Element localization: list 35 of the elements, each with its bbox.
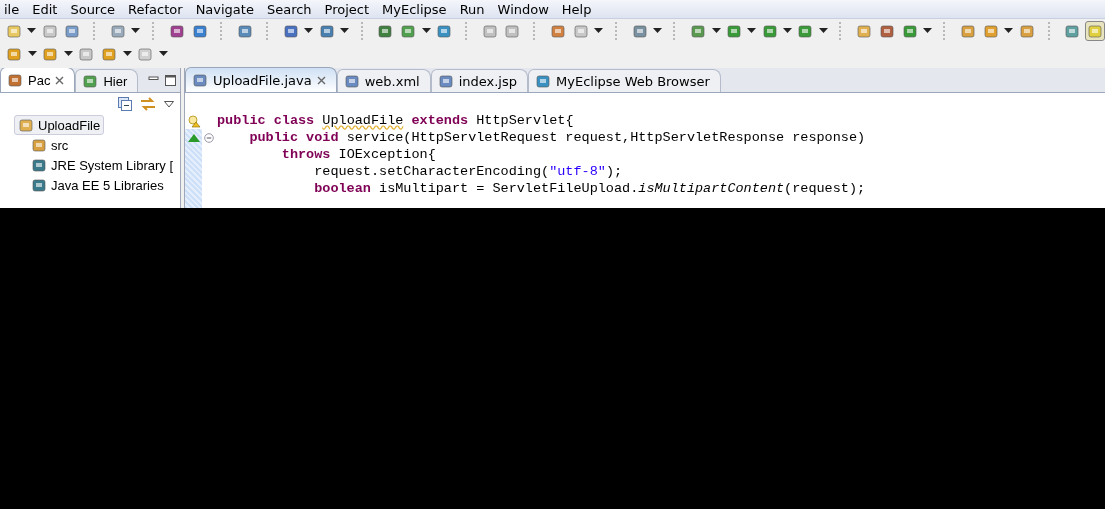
tree-item[interactable]: UploadFile	[14, 115, 105, 135]
code-line: public void service(HttpServletRequest request,HttpServletResponse response)	[248, 130, 866, 145]
collapse-all-icon[interactable]	[118, 97, 132, 111]
view-tab[interactable]: Hier	[75, 69, 139, 92]
close-icon[interactable]	[316, 75, 326, 85]
tree-item[interactable]: JRE System Library [	[28, 155, 177, 175]
code-line: throws IOException{	[280, 147, 436, 162]
tree-item[interactable]: Java EE 5 Libraries	[28, 175, 167, 195]
menu-item[interactable]: Search	[259, 1, 318, 17]
menu-item[interactable]: Refactor	[121, 1, 189, 17]
editor-tab[interactable]: MyEclipse Web Browser	[528, 69, 721, 92]
maximize-icon[interactable]	[165, 74, 176, 86]
editor-tab[interactable]: index.jsp	[430, 69, 528, 92]
menu-item[interactable]: Window	[490, 1, 555, 17]
code-line: public class UploadFile extends HttpServlet{	[216, 113, 574, 128]
menu-item[interactable]: Project	[317, 1, 376, 17]
menu-item[interactable]: Run	[452, 1, 491, 17]
menu-item[interactable]: Navigate	[188, 1, 260, 17]
menu-item[interactable]: MyEclipse	[375, 1, 453, 17]
menu-item[interactable]: ile	[0, 1, 26, 17]
editor-tab[interactable]: UploadFile.java	[185, 67, 337, 92]
code-line: request.setCharacterEncoding("utf-8");	[313, 164, 623, 179]
editor-tab[interactable]: web.xml	[336, 69, 431, 92]
close-icon[interactable]	[55, 75, 65, 85]
menu-item[interactable]: Source	[63, 1, 122, 17]
warning-icon	[186, 113, 201, 128]
view-menu-icon[interactable]	[164, 100, 174, 108]
link-arrows-icon[interactable]	[140, 97, 156, 111]
menu-item[interactable]: Help	[554, 1, 598, 17]
up-triangle-icon	[187, 133, 200, 142]
fold-icon[interactable]	[204, 132, 214, 143]
code-line: boolean isMultipart = ServletFileUpload.isMultipartContent(request);	[313, 181, 866, 196]
tree-item[interactable]: src	[28, 135, 72, 155]
menu-item[interactable]: Edit	[25, 1, 64, 17]
view-tab[interactable]: Pac	[0, 68, 76, 92]
